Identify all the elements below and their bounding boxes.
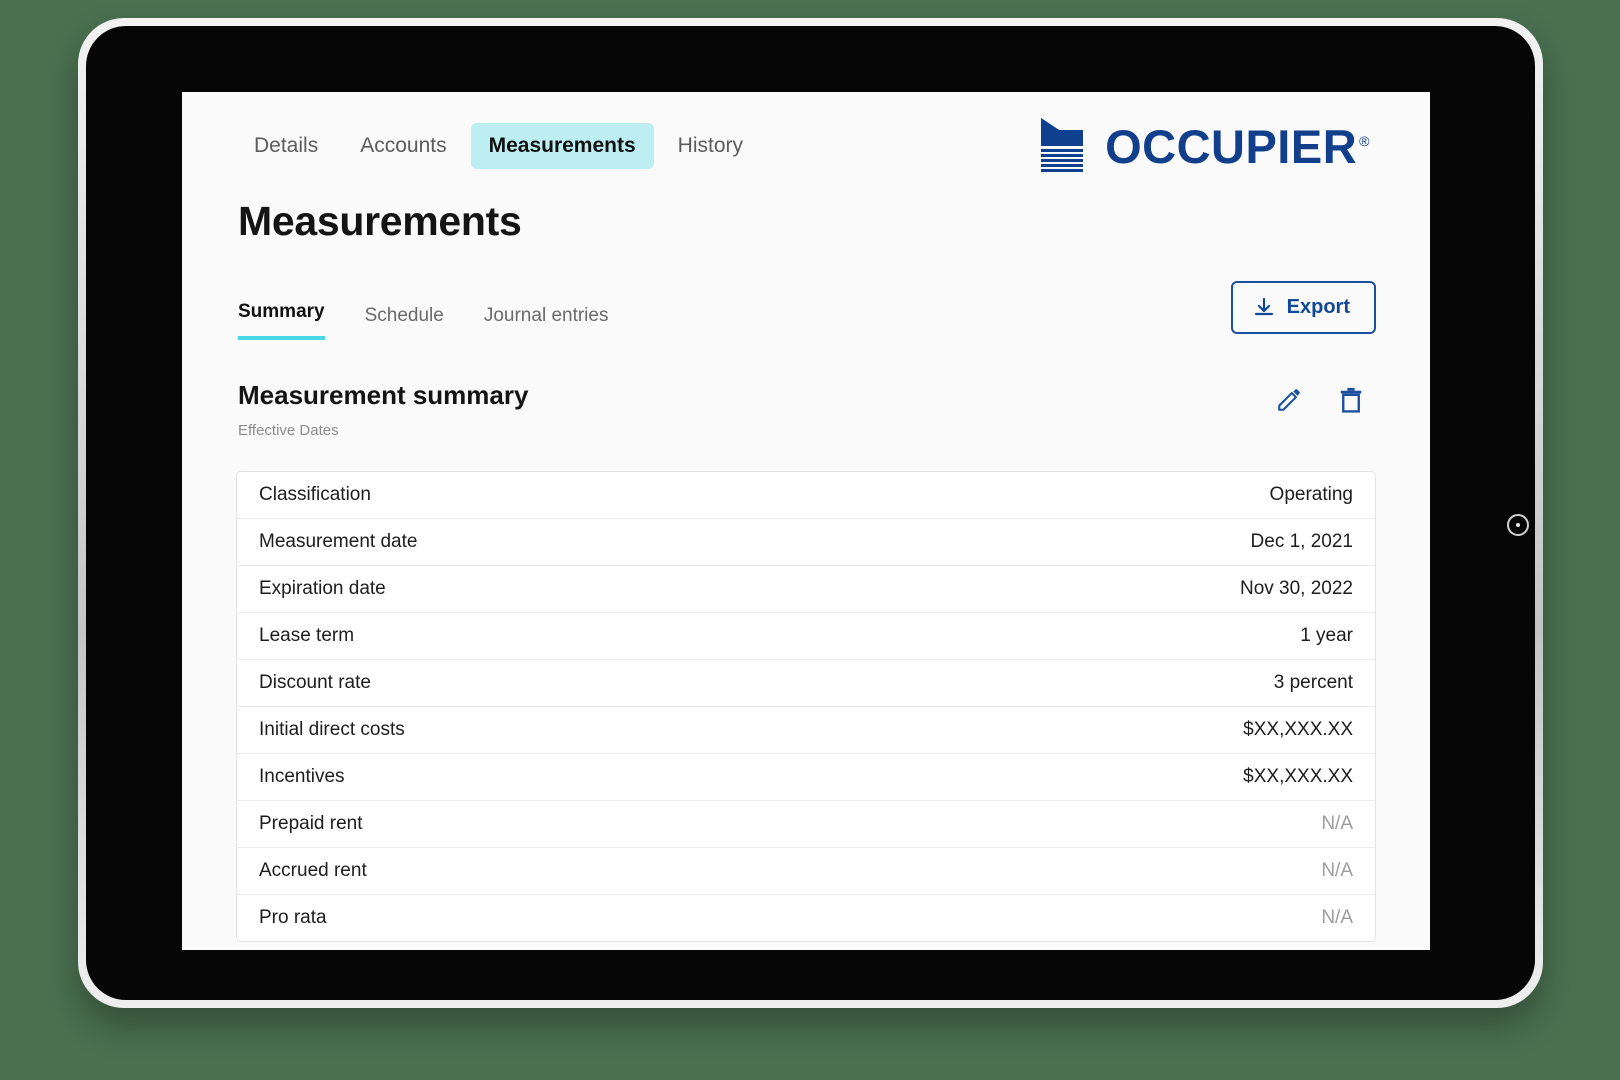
subtab-schedule[interactable]: Schedule [365,305,444,340]
app-root: Details Accounts Measurements History OC… [182,92,1430,950]
brand-logo: OCCUPIER ® [1039,116,1376,176]
row-label: Prepaid rent [259,813,363,834]
table-row[interactable]: Accrued rent N/A [237,848,1375,895]
row-label: Initial direct costs [259,719,405,740]
row-value: N/A [1321,907,1353,928]
row-value: 3 percent [1273,672,1353,693]
measurement-summary-table: Classification Operating Measurement dat… [236,471,1376,942]
download-icon [1254,297,1273,315]
subtab-journal-entries[interactable]: Journal entries [484,305,609,340]
row-value: $XX,XXX.XX [1243,719,1353,740]
row-label: Accrued rent [259,860,367,881]
tab-accounts[interactable]: Accounts [342,123,464,169]
table-row[interactable]: Pro rata N/A [237,895,1375,941]
row-label: Pro rata [259,907,327,928]
camera-lens-icon [1507,514,1529,536]
tab-details[interactable]: Details [236,123,336,169]
table-row[interactable]: Expiration date Nov 30, 2022 [237,566,1375,613]
tablet-screen: Details Accounts Measurements History OC… [182,92,1430,950]
subtab-summary[interactable]: Summary [238,301,325,340]
table-row[interactable]: Classification Operating [237,472,1375,519]
row-value: Operating [1269,484,1353,505]
row-value: Nov 30, 2022 [1239,578,1353,599]
top-bar: Details Accounts Measurements History OC… [236,92,1376,176]
sub-tab-bar: Summary Schedule Journal entries [238,301,608,340]
top-tab-bar: Details Accounts Measurements History [236,123,761,169]
brand-name: OCCUPIER ® [1105,123,1370,170]
export-button[interactable]: Export [1230,281,1376,334]
section-title: Measurement summary [238,380,529,410]
row-value: 1 year [1300,625,1353,646]
export-button-label: Export [1286,296,1350,318]
row-label: Expiration date [259,578,386,599]
summary-section-header: Measurement summary Effective Dates [236,380,1376,439]
row-value: Dec 1, 2021 [1250,531,1353,552]
table-row[interactable]: Prepaid rent N/A [237,801,1375,848]
page-background: Details Accounts Measurements History OC… [0,0,1620,1080]
table-row[interactable]: Discount rate 3 percent [237,660,1375,707]
brand-name-text: OCCUPIER [1105,119,1358,173]
tab-history[interactable]: History [660,123,761,169]
trash-icon[interactable] [1338,386,1364,414]
sub-tab-row: Summary Schedule Journal entries Export [236,281,1376,340]
table-row[interactable]: Initial direct costs $XX,XXX.XX [237,707,1375,754]
row-value: $XX,XXX.XX [1243,766,1353,787]
section-subtitle: Effective Dates [238,422,339,439]
tablet-bezel: Details Accounts Measurements History OC… [86,26,1535,1000]
pencil-icon[interactable] [1276,387,1302,413]
row-value: N/A [1321,860,1353,881]
section-action-buttons [1276,380,1376,414]
row-label: Classification [259,484,371,505]
tab-measurements[interactable]: Measurements [470,123,654,169]
table-row[interactable]: Incentives $XX,XXX.XX [237,754,1375,801]
row-label: Discount rate [259,672,371,693]
summary-heading-group: Measurement summary Effective Dates [236,380,528,439]
row-label: Measurement date [259,531,418,552]
row-label: Incentives [259,766,345,787]
table-row[interactable]: Measurement date Dec 1, 2021 [237,519,1375,566]
tablet-device: Details Accounts Measurements History OC… [78,18,1543,1008]
table-row[interactable]: Lease term 1 year [237,613,1375,660]
row-value: N/A [1321,813,1353,834]
page-title: Measurements [238,198,522,244]
trademark-symbol: ® [1359,132,1370,149]
building-logo-icon [1041,118,1084,172]
row-label: Lease term [259,625,355,646]
